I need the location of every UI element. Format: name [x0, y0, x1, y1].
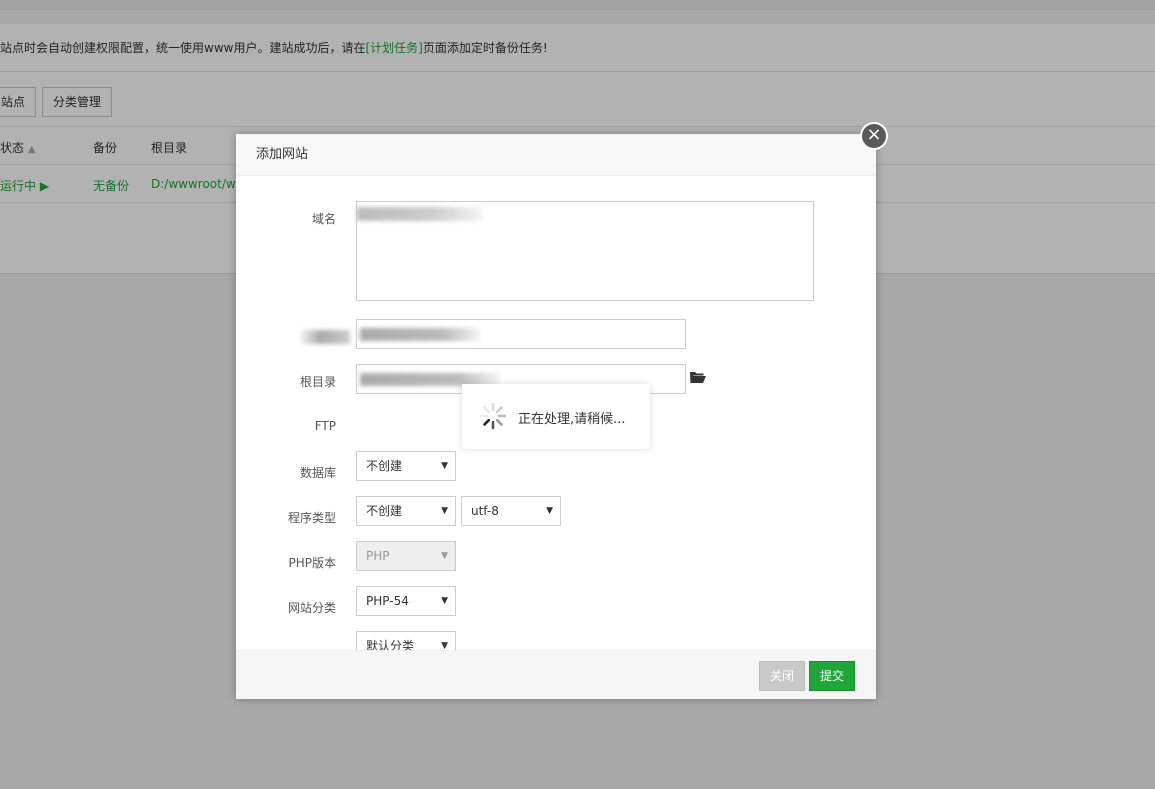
charset-select[interactable]: utf-8 ▼ — [461, 496, 561, 526]
ftp-label: FTP — [314, 419, 336, 433]
remark-input[interactable] — [356, 319, 686, 349]
dropdown-arrow-icon: ▼ — [441, 596, 448, 606]
dialog-footer: 关闭 提交 — [236, 650, 876, 699]
site-category-label: 网站分类 — [287, 601, 336, 615]
redacted-content — [360, 328, 480, 341]
loading-toast: 正在处理,请稍候... — [462, 384, 650, 449]
dialog-title: 添加网站 — [236, 134, 876, 176]
loading-text: 正在处理,请稍候... — [518, 412, 626, 427]
php-version-label: PHP版本 — [288, 556, 337, 570]
dropdown-arrow-icon: ▼ — [441, 461, 448, 471]
program-type-select[interactable]: PHP ▼ — [356, 541, 456, 571]
database-select[interactable]: 不创建 ▼ — [356, 496, 456, 526]
program-type-label: 程序类型 — [287, 511, 336, 525]
dropdown-arrow-icon: ▼ — [546, 506, 553, 516]
redacted-content — [357, 207, 482, 221]
close-icon[interactable]: × — [860, 122, 888, 150]
database-label: 数据库 — [299, 466, 336, 480]
folder-open-icon[interactable] — [690, 370, 706, 384]
php-version-select[interactable]: PHP-54 ▼ — [356, 586, 456, 616]
close-button[interactable]: 关闭 — [759, 661, 806, 691]
submit-button[interactable]: 提交 — [809, 661, 856, 691]
root-label: 根目录 — [299, 375, 336, 389]
domain-textarea[interactable] — [356, 201, 814, 301]
redacted-label — [300, 330, 350, 344]
ftp-select[interactable]: 不创建 ▼ — [356, 451, 456, 481]
domain-label: 域名 — [311, 212, 336, 226]
dropdown-arrow-icon: ▼ — [441, 506, 448, 516]
dropdown-arrow-icon: ▼ — [441, 551, 448, 561]
spinner-icon — [479, 402, 507, 430]
